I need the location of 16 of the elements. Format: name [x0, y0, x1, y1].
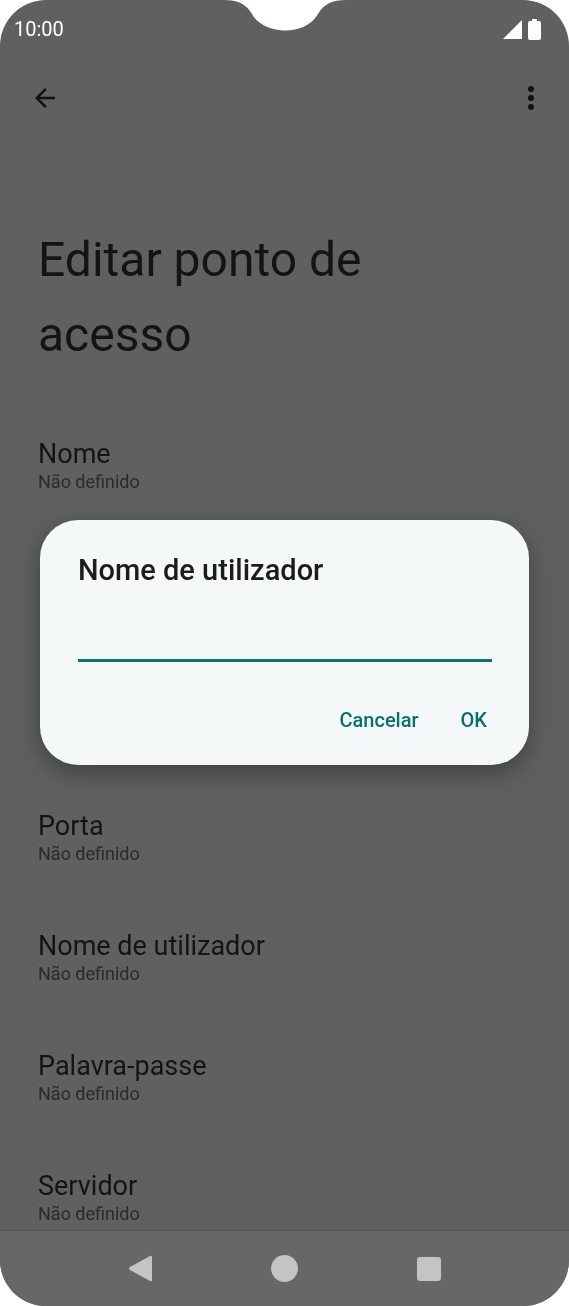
- battery-icon: [528, 18, 541, 40]
- setting-label[interactable]: Servidor: [38, 1168, 138, 1204]
- triangle-back-icon: [127, 1255, 154, 1282]
- signal-icon: [503, 19, 522, 39]
- square-recents-icon: [416, 1256, 441, 1281]
- setting-label[interactable]: Nome de utilizador: [38, 928, 265, 964]
- more-icon: [527, 85, 535, 111]
- setting-label[interactable]: Nome: [38, 436, 111, 472]
- dialog-title: Nome de utilizador: [78, 552, 325, 589]
- setting-label[interactable]: Porta: [38, 808, 104, 844]
- home-circle-icon: [271, 1255, 298, 1282]
- dialog-button[interactable]: Cancelar: [327, 702, 431, 738]
- page-title: Editar ponto de acesso: [38, 230, 363, 365]
- setting-label[interactable]: Palavra-passe: [38, 1048, 207, 1084]
- status-time: 10:00: [14, 16, 64, 43]
- dialog-button[interactable]: OK: [448, 702, 499, 738]
